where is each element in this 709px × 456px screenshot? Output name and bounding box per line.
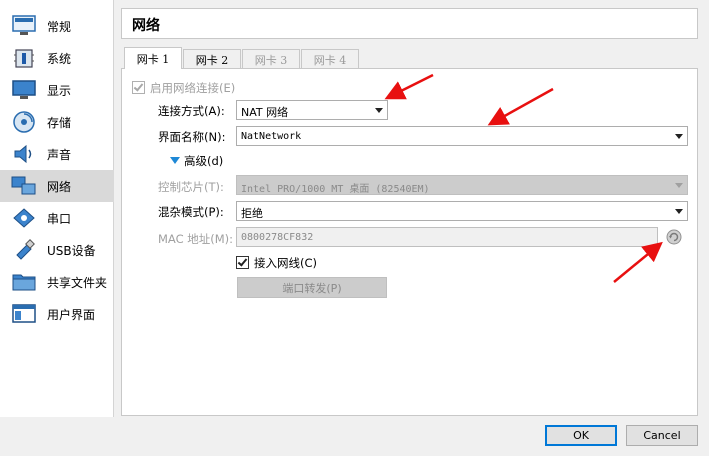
sidebar-item-label: 网络 [47, 180, 72, 194]
adapter-type-label: 控制芯片(T): [158, 180, 224, 194]
sidebar-item-label: 共享文件夹 [47, 276, 108, 290]
network-icon [11, 174, 37, 198]
tab-adapter-3[interactable]: 网卡 3 [242, 49, 300, 69]
adapter-panel: 启用网络连接(E) 连接方式(A): NAT 网络 界面名称(N): NatNe… [121, 68, 698, 416]
chevron-down-icon [675, 183, 683, 188]
refresh-icon [666, 229, 682, 245]
port-forwarding-button[interactable]: 端口转发(P) [237, 277, 387, 298]
mac-address-field[interactable]: 0800278CF832 [236, 227, 658, 247]
tab-adapter-4[interactable]: 网卡 4 [301, 49, 359, 69]
enable-adapter-label: 启用网络连接(E) [150, 81, 236, 95]
cancel-button[interactable]: Cancel [626, 425, 698, 446]
sidebar-item-label: 串口 [47, 212, 72, 226]
sidebar-item-usb[interactable]: USB设备 [0, 234, 114, 266]
sidebar-item-label: 声音 [47, 148, 72, 162]
adapter-name-select[interactable]: NatNetwork [236, 126, 688, 146]
sidebar-item-audio[interactable]: 声音 [0, 138, 114, 170]
sidebar-item-serial-port[interactable]: 串口 [0, 202, 114, 234]
settings-sidebar: 常规 系统 显示 存储 声音 网络 串口 USB设备 共享文件夹 用户界面 [0, 0, 114, 417]
sidebar-item-label: 存储 [47, 116, 72, 130]
attached-to-select[interactable]: NAT 网络 [236, 100, 388, 120]
sidebar-item-storage[interactable]: 存储 [0, 106, 114, 138]
sidebar-item-label: 用户界面 [47, 308, 96, 322]
tab-adapter-2[interactable]: 网卡 2 [183, 49, 241, 69]
adapter-name-label: 界面名称(N): [158, 130, 226, 144]
sidebar-item-shared-folders[interactable]: 共享文件夹 [0, 266, 114, 298]
enable-adapter-checkbox[interactable] [132, 81, 145, 94]
usb-icon [11, 238, 37, 262]
shared-folder-icon [11, 270, 37, 294]
general-icon [11, 14, 37, 38]
sidebar-item-label: 常规 [47, 20, 72, 34]
advanced-label: 高级(d) [184, 154, 224, 168]
promiscuous-mode-label: 混杂模式(P): [158, 205, 224, 219]
chevron-down-icon [675, 134, 683, 139]
adapter-type-select[interactable]: Intel PRO/1000 MT 桌面 (82540EM) [236, 175, 688, 195]
triangle-down-icon [170, 157, 180, 164]
attached-to-label: 连接方式(A): [158, 104, 225, 118]
promiscuous-mode-select[interactable]: 拒绝 [236, 201, 688, 221]
ok-button[interactable]: OK [545, 425, 617, 446]
sidebar-item-label: 系统 [47, 52, 72, 66]
display-icon [11, 78, 37, 102]
chevron-down-icon [675, 209, 683, 214]
user-interface-icon [11, 302, 37, 326]
chevron-down-icon [375, 108, 383, 113]
cable-connected-checkbox[interactable] [236, 256, 249, 269]
sidebar-item-display[interactable]: 显示 [0, 74, 114, 106]
system-icon [11, 46, 37, 70]
sidebar-item-network[interactable]: 网络 [0, 170, 114, 202]
mac-address-label: MAC 地址(M): [158, 232, 234, 246]
page-title: 网络 [132, 18, 160, 34]
sidebar-item-user-interface[interactable]: 用户界面 [0, 298, 114, 330]
storage-icon [11, 110, 37, 134]
serial-port-icon [11, 206, 37, 230]
sidebar-item-general[interactable]: 常规 [0, 10, 114, 42]
cable-connected-label: 接入网线(C) [254, 256, 318, 270]
audio-icon [11, 142, 37, 166]
sidebar-item-label: 显示 [47, 84, 72, 98]
sidebar-item-label: USB设备 [47, 244, 96, 258]
page-header: 网络 [121, 8, 698, 39]
sidebar-item-system[interactable]: 系统 [0, 42, 114, 74]
refresh-mac-button[interactable] [666, 229, 682, 245]
tab-adapter-1[interactable]: 网卡 1 [124, 47, 182, 69]
